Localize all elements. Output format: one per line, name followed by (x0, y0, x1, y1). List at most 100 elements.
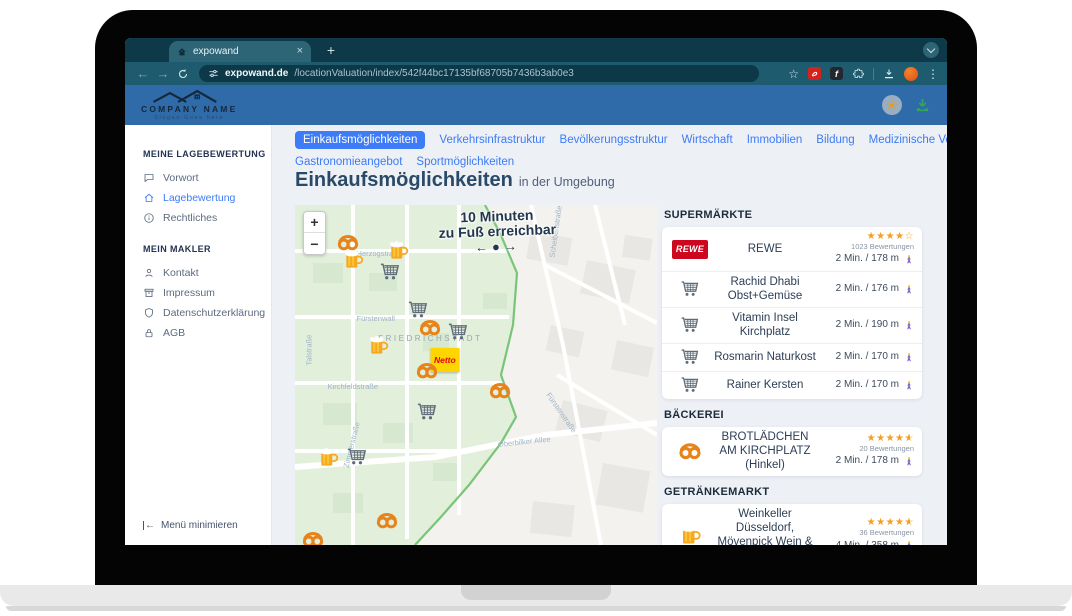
new-tab-button[interactable]: + (323, 42, 339, 58)
zoom-out-button[interactable]: − (304, 233, 325, 254)
back-button[interactable]: ← (133, 66, 153, 81)
supermarkets-card: REWE REWE ★★★★☆ 1023 Bewertungen 2 Min. … (662, 227, 922, 399)
zoom-in-button[interactable]: + (304, 212, 325, 233)
walking-person-icon (904, 283, 914, 296)
sidebar-item-label: Rechtliches (163, 212, 217, 224)
list-item-rachid[interactable]: Rachid Dhabi Obst+Gemüse 2 Min. / 176 m (662, 271, 922, 307)
bakery-card: BROTLÄDCHEN AM KIRCHPLATZ (Hinkel) ★★★★☆… (662, 427, 922, 476)
map-marker-beer[interactable] (341, 248, 365, 276)
tab-search-button[interactable] (923, 42, 939, 58)
category-tabs: Einkaufsmöglichkeiten Verkehrsinfrastruk… (295, 131, 935, 171)
list-item-brotlaedchen[interactable]: BROTLÄDCHEN AM KIRCHPLATZ (Hinkel) ★★★★☆… (662, 427, 922, 476)
map-marker-cart[interactable] (377, 261, 403, 289)
house-icon (143, 192, 155, 204)
review-count: 20 Bewertungen (859, 445, 914, 453)
map-marker-pretzel[interactable] (487, 379, 512, 407)
logo-slogan: Slogan Goes here (154, 116, 224, 122)
review-count: 36 Bewertungen (859, 529, 914, 537)
pdf-extension-icon[interactable] (808, 67, 821, 80)
sidebar-item-agb[interactable]: AGB (143, 323, 271, 343)
map-marker-beer[interactable] (366, 334, 390, 362)
map[interactable]: HerzogstraßeFürstenwallFRIEDRICHSTADTKir… (295, 205, 657, 545)
map-marker-cart[interactable] (414, 401, 440, 429)
rewe-logo: REWE (672, 240, 708, 259)
browser-window: expowand × + ← → expowand.de /locationVa… (125, 38, 947, 545)
laptop-base-edge (6, 606, 1066, 611)
url-bar[interactable]: expowand.de /locationValuation/index/542… (199, 65, 759, 82)
sidebar-item-vorwort[interactable]: Vorwort (143, 168, 271, 188)
map-marker-cart[interactable] (344, 446, 370, 474)
tab-bevoelkerungsstruktur[interactable]: Bevölkerungsstruktur (560, 131, 668, 149)
collapse-menu-button[interactable]: ← Menü minimieren (143, 520, 238, 531)
page-viewport: COMPANY NAME Slogan Goes here MEINE LAGE… (125, 85, 947, 545)
pretzel-icon (677, 439, 703, 463)
list-item-vitamin[interactable]: Vitamin Insel Kirchplatz 2 Min. / 190 m (662, 307, 922, 343)
tab-medizinische-versorgung[interactable]: Medizinische Versorgung (869, 131, 947, 149)
map-marker-cart[interactable] (445, 321, 471, 349)
street-label: Talstraße (305, 335, 314, 366)
browser-toolbar: ← → expowand.de /locationValuation/index… (125, 62, 947, 85)
map-marker-pretzel[interactable] (415, 359, 440, 387)
list-item-rainer[interactable]: Rainer Kersten 2 Min. / 170 m (662, 371, 922, 399)
map-zoom-control: + − (303, 211, 326, 255)
street-label: Fürstenwall (357, 314, 395, 323)
distance-text: 2 Min. / 178 m (836, 454, 899, 468)
archive-box-icon (143, 287, 155, 299)
list-item-rosmarin[interactable]: Rosmarin Naturkost 2 Min. / 170 m (662, 343, 922, 371)
tab-wirtschaft[interactable]: Wirtschaft (682, 131, 733, 149)
reload-icon (177, 68, 189, 80)
list-item-weinkeller[interactable]: Weinkeller Düsseldorf, Mövenpick Wein & … (662, 504, 922, 545)
page-title-sub: in der Umgebung (519, 175, 615, 189)
collapse-icon: ← (143, 520, 155, 531)
download-report-button[interactable] (914, 97, 931, 114)
extensions-puzzle-icon[interactable] (852, 68, 864, 80)
section-title-baeckerei: BÄCKEREI (664, 409, 922, 421)
sidebar-item-label: Datenschutzerklärung (163, 307, 265, 319)
company-logo[interactable]: COMPANY NAME Slogan Goes here (141, 89, 237, 121)
tab-verkehrsinfrastruktur[interactable]: Verkehrsinfrastruktur (439, 131, 545, 149)
map-marker-pretzel[interactable] (301, 528, 326, 545)
sidebar-item-datenschutz[interactable]: Datenschutzerklärung (143, 303, 271, 323)
url-path: /locationValuation/index/542f44bc17135bf… (294, 68, 574, 79)
sidebar-item-label: AGB (163, 327, 185, 339)
cart-icon (678, 347, 702, 368)
section-title-getraenkemarkt: GETRÄNKEMARKT (664, 486, 922, 498)
tab-title: expowand (193, 46, 291, 57)
forward-button[interactable]: → (153, 66, 173, 81)
sidebar-item-rechtliches[interactable]: Rechtliches (143, 208, 271, 228)
fr-extension-icon[interactable]: f (830, 67, 843, 80)
site-settings-icon[interactable] (208, 68, 219, 79)
sidebar-item-kontakt[interactable]: Kontakt (143, 263, 271, 283)
tab-bildung[interactable]: Bildung (816, 131, 854, 149)
section-title-supermaerkte: SUPERMÄRKTE (664, 209, 922, 221)
street-label: Kirchfeldstraße (328, 382, 378, 391)
distance-text: 2 Min. / 170 m (836, 378, 899, 392)
walking-person-icon (904, 379, 914, 392)
sidebar-section-title: MEINE LAGEBEWERTUNG (143, 149, 271, 159)
tab-close-icon[interactable]: × (297, 46, 303, 57)
tab-einkaufsmoeglichkeiten[interactable]: Einkaufsmöglichkeiten (295, 131, 425, 149)
rating-stars: ★★★★☆ (867, 232, 914, 242)
laptop-base-notch (461, 585, 611, 600)
profile-avatar[interactable] (904, 67, 918, 81)
chevron-down-icon (927, 44, 935, 52)
bookmark-star-icon[interactable]: ☆ (788, 67, 799, 81)
collapse-label: Menü minimieren (161, 520, 238, 531)
map-marker-beer[interactable] (316, 446, 340, 474)
speech-bubble-icon (143, 172, 155, 184)
place-name: Rosmarin Naturkost (712, 350, 818, 364)
cart-icon (678, 315, 702, 336)
review-count: 1023 Bewertungen (851, 243, 914, 251)
reload-button[interactable] (173, 68, 193, 80)
page-title-main: Einkaufsmöglichkeiten (295, 169, 513, 191)
tab-immobilien[interactable]: Immobilien (747, 131, 803, 149)
downloads-icon[interactable] (883, 68, 895, 80)
map-marker-pretzel[interactable] (418, 316, 443, 344)
browser-menu-icon[interactable]: ⋮ (927, 67, 939, 81)
list-item-rewe[interactable]: REWE REWE ★★★★☆ 1023 Bewertungen 2 Min. … (662, 227, 922, 271)
sidebar-item-impressum[interactable]: Impressum (143, 283, 271, 303)
map-marker-pretzel[interactable] (374, 509, 399, 537)
sidebar-item-lagebewertung[interactable]: Lagebewertung (143, 188, 271, 208)
browser-tab[interactable]: expowand × (169, 41, 311, 62)
theme-toggle-button[interactable] (882, 95, 902, 115)
